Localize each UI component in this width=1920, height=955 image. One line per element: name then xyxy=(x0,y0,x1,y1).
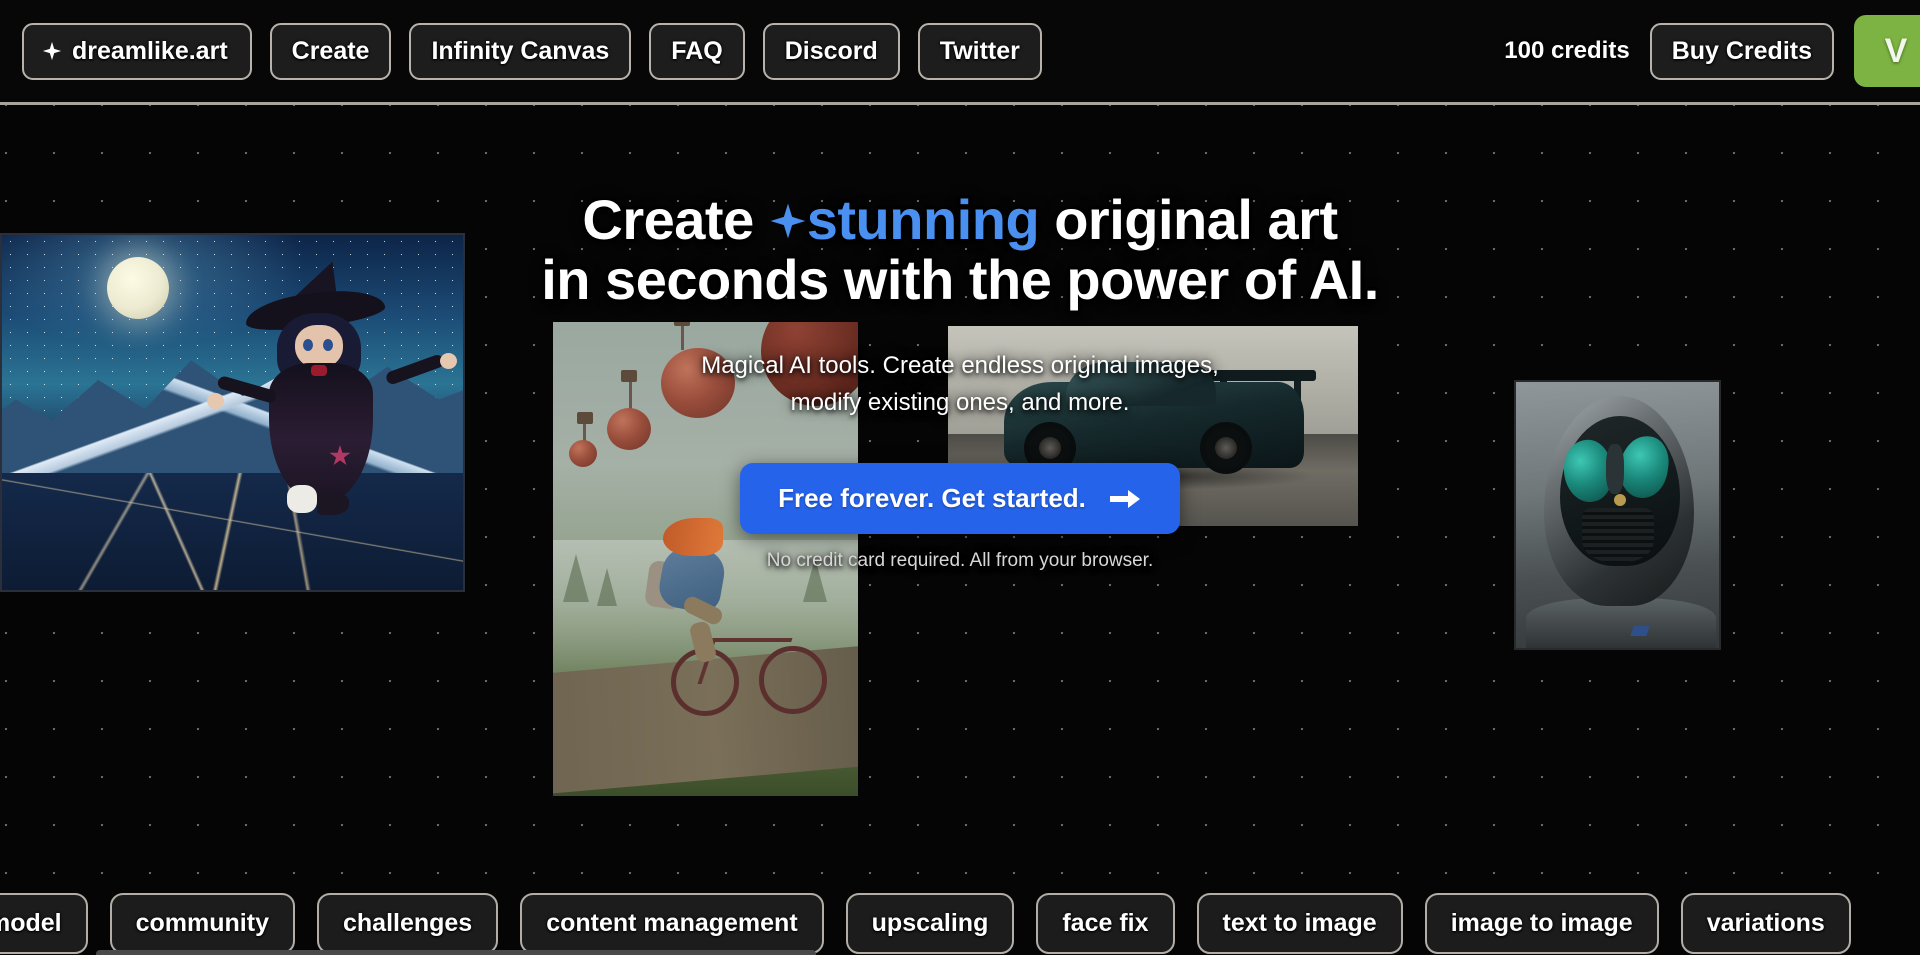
nav-item-create-label: Create xyxy=(291,36,370,65)
hero-headline-part2: original art xyxy=(1039,188,1338,251)
tag-text-to-image[interactable]: text to image xyxy=(1196,892,1403,954)
hero-headline-accent: stunning xyxy=(806,188,1040,251)
nav-item-twitter[interactable]: Twitter xyxy=(917,22,1042,80)
alien-suit-badge xyxy=(1630,626,1650,636)
tag-community[interactable]: community xyxy=(109,892,295,954)
tag-challenges[interactable]: challenges xyxy=(316,892,499,954)
page-root: Create stunning original art in seconds … xyxy=(0,0,1920,955)
credits-balance: 100 credits xyxy=(1504,37,1630,64)
nav-item-discord-label: Discord xyxy=(784,36,878,65)
hero-section: Create stunning original art in seconds … xyxy=(0,188,1920,572)
horizontal-scrollbar[interactable] xyxy=(96,950,816,955)
cta-disclaimer: No credit card required. All from your b… xyxy=(766,550,1154,572)
hero-cta-wrap: Free forever. Get started. No credit car… xyxy=(0,463,1920,572)
nav-item-create[interactable]: Create xyxy=(269,22,392,80)
buy-credits-label: Buy Credits xyxy=(1671,36,1812,65)
nav-left-group: dreamlike.art Create Infinity Canvas FAQ… xyxy=(22,22,1042,80)
hero-subheadline: Magical AI tools. Create endless origina… xyxy=(0,347,1920,421)
nav-item-faq[interactable]: FAQ xyxy=(649,22,745,80)
tag-upscaling[interactable]: upscaling xyxy=(845,892,1015,954)
nav-item-infinity-canvas[interactable]: Infinity Canvas xyxy=(409,22,632,80)
user-avatar-button[interactable]: V xyxy=(1854,15,1920,87)
get-started-label: Free forever. Get started. xyxy=(778,483,1086,514)
tag-model[interactable]: model xyxy=(0,892,88,954)
tag-image-to-image[interactable]: image to image xyxy=(1424,892,1659,954)
tag-face-fix[interactable]: face fix xyxy=(1036,892,1175,954)
nav-item-discord[interactable]: Discord xyxy=(762,22,900,80)
hero-headline-part1: Create xyxy=(582,188,769,251)
feature-tag-row: model community challenges content manag… xyxy=(0,891,1920,955)
tag-content-management[interactable]: content management xyxy=(520,892,824,954)
tag-variations[interactable]: variations xyxy=(1680,892,1851,954)
get-started-button[interactable]: Free forever. Get started. xyxy=(740,463,1180,535)
nav-item-infinity-canvas-label: Infinity Canvas xyxy=(431,36,610,65)
arrow-right-icon xyxy=(1108,487,1142,511)
sparkle-icon xyxy=(769,194,807,239)
nav-right-group: 100 credits Buy Credits V xyxy=(1504,15,1920,87)
hero-headline: Create stunning original art in seconds … xyxy=(0,188,1920,312)
hero-subheadline-line1: Magical AI tools. Create endless origina… xyxy=(701,351,1219,379)
hero-subheadline-line2: modify existing ones, and more. xyxy=(790,389,1130,417)
brand-label: dreamlike.art xyxy=(72,36,228,65)
sparkle-icon xyxy=(42,39,62,63)
hero-headline-line1: Create stunning original art xyxy=(0,188,1920,251)
brand-logo-button[interactable]: dreamlike.art xyxy=(22,22,252,80)
buy-credits-button[interactable]: Buy Credits xyxy=(1649,22,1834,80)
nav-item-faq-label: FAQ xyxy=(671,36,723,65)
top-navigation-bar: dreamlike.art Create Infinity Canvas FAQ… xyxy=(0,0,1920,105)
nav-item-twitter-label: Twitter xyxy=(939,36,1020,65)
hero-headline-line2: in seconds with the power of AI. xyxy=(541,248,1379,312)
